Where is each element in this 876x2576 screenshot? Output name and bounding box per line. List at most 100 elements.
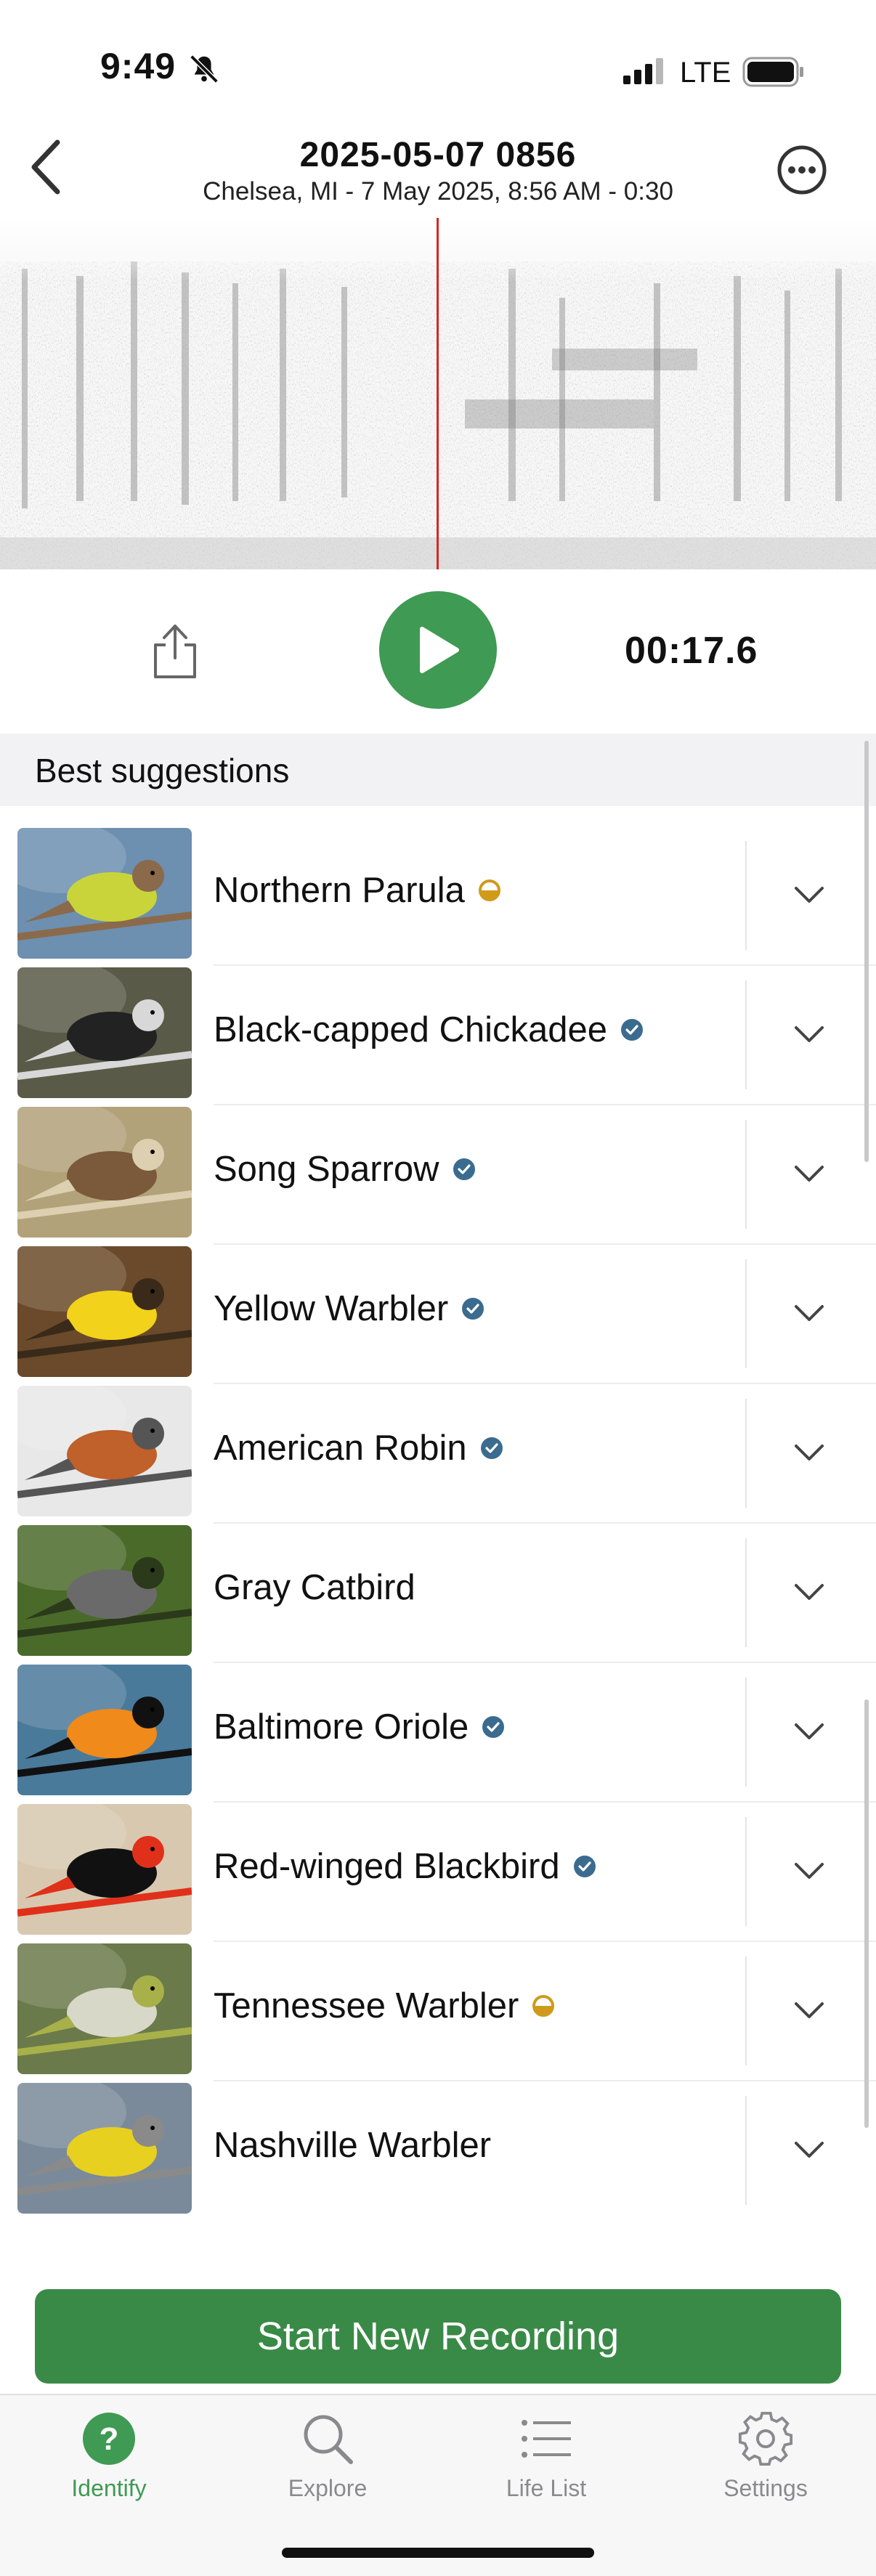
suggestion-row[interactable]: Gray Catbird <box>0 1503 876 1663</box>
species-name: Black-capped Chickadee <box>214 1009 644 1050</box>
row-divider <box>745 1120 747 1229</box>
half-circle-icon <box>478 879 500 901</box>
bell-muted-icon <box>190 54 219 84</box>
battery-icon <box>742 57 803 87</box>
species-name: Baltimore Oriole <box>214 1707 505 1747</box>
tab-life-list[interactable]: Life List <box>459 2410 633 2511</box>
chevron-down-icon[interactable] <box>790 1712 828 1750</box>
species-name-text: Red-winged Blackbird <box>214 1847 560 1886</box>
species-name-text: Tennessee Warbler <box>214 1986 519 2026</box>
verified-check-icon <box>482 1716 505 1738</box>
playhead[interactable] <box>437 218 439 569</box>
gear-icon <box>738 2411 793 2466</box>
species-name-text: American Robin <box>214 1429 467 1468</box>
chevron-down-icon[interactable] <box>790 1434 828 1471</box>
suggestion-row[interactable]: Northern Parula <box>0 806 876 966</box>
row-divider <box>745 1399 747 1508</box>
section-title: Best suggestions <box>35 752 290 789</box>
species-name-text: Black-capped Chickadee <box>214 1010 608 1049</box>
search-icon <box>304 2415 353 2464</box>
row-divider <box>745 1817 747 1926</box>
bird-photo <box>17 1804 192 1935</box>
more-options-button[interactable] <box>774 142 830 198</box>
chevron-down-icon[interactable] <box>790 2131 828 2169</box>
status-time: 9:49 <box>100 46 177 86</box>
recording-subtitle: Chelsea, MI - 7 May 2025, 8:56 AM - 0:30 <box>203 177 673 206</box>
bird-photo <box>17 1943 192 2074</box>
species-name-text: Nashville Warbler <box>214 2126 492 2165</box>
bird-photo <box>17 2083 192 2214</box>
question-circle-icon: ? <box>83 2413 135 2465</box>
play-icon <box>420 627 459 673</box>
share-button[interactable] <box>150 622 200 680</box>
verified-check-icon <box>462 1298 484 1320</box>
playback-timecode: 00:17.6 <box>625 630 758 672</box>
home-indicator <box>282 2548 594 2558</box>
tab-identify-label: Identify <box>71 2475 147 2501</box>
chevron-down-icon[interactable] <box>790 1155 828 1192</box>
chevron-down-icon[interactable] <box>790 1573 828 1611</box>
species-name: Song Sparrow <box>214 1149 476 1190</box>
species-name: Tennessee Warbler <box>214 1986 555 2026</box>
row-divider <box>745 841 747 950</box>
suggestion-row[interactable]: Yellow Warbler <box>0 1224 876 1384</box>
list-icon <box>522 2420 571 2458</box>
half-circle-icon <box>532 1995 555 2017</box>
chevron-down-icon[interactable] <box>790 1852 828 1890</box>
species-name: Yellow Warbler <box>214 1288 484 1329</box>
tab-settings-label: Settings <box>723 2475 808 2501</box>
row-divider <box>745 980 747 1089</box>
network-label: LTE <box>680 57 731 89</box>
signal-icon <box>623 58 663 84</box>
tab-settings[interactable]: Settings <box>678 2410 853 2511</box>
start-new-recording-button[interactable]: Start New Recording <box>35 2289 841 2384</box>
species-name-text: Yellow Warbler <box>214 1289 449 1328</box>
tab-explore-label: Explore <box>288 2475 368 2501</box>
verified-check-icon <box>573 1856 596 1877</box>
species-name: Nashville Warbler <box>214 2125 491 2166</box>
suggestion-row[interactable]: Nashville Warbler <box>0 2061 876 2214</box>
recording-title: 2025-05-07 0856 <box>299 136 577 174</box>
scrollbar-thumb[interactable] <box>864 741 869 1162</box>
chevron-down-icon[interactable] <box>790 876 828 914</box>
verified-check-icon <box>453 1158 475 1180</box>
row-divider <box>745 1259 747 1368</box>
species-name-text: Baltimore Oriole <box>214 1707 469 1747</box>
species-name: Red-winged Blackbird <box>214 1846 596 1887</box>
suggestion-row[interactable]: Tennessee Warbler <box>0 1922 876 2081</box>
row-divider <box>745 1957 747 2065</box>
bird-photo <box>17 967 192 1098</box>
bird-photo <box>17 1665 192 1795</box>
scrollbar-thumb-secondary[interactable] <box>864 1699 869 2128</box>
status-bar: 9:49 LTE <box>0 0 876 138</box>
verified-check-icon <box>621 1019 644 1041</box>
bird-photo <box>17 1525 192 1656</box>
species-name-text: Gray Catbird <box>214 1568 415 1607</box>
suggestion-row[interactable]: American Robin <box>0 1364 876 1524</box>
tab-identify[interactable]: ? Identify <box>22 2410 196 2511</box>
row-divider <box>745 1538 747 1647</box>
suggestion-row[interactable]: Black-capped Chickadee <box>0 946 876 1105</box>
suggestion-row[interactable]: Song Sparrow <box>0 1085 876 1245</box>
bird-photo <box>17 828 192 959</box>
species-name: Gray Catbird <box>214 1567 415 1608</box>
play-button[interactable] <box>379 591 497 709</box>
tab-explore[interactable]: Explore <box>240 2410 415 2511</box>
bird-photo <box>17 1246 192 1377</box>
suggestion-row[interactable]: Baltimore Oriole <box>0 1643 876 1803</box>
species-name-text: Song Sparrow <box>214 1150 439 1189</box>
tab-life-list-label: Life List <box>506 2475 587 2501</box>
bird-photo <box>17 1386 192 1516</box>
row-divider <box>745 1678 747 1787</box>
species-name-text: Northern Parula <box>214 871 465 910</box>
row-divider <box>745 2096 747 2205</box>
chevron-down-icon[interactable] <box>790 1991 828 2029</box>
species-name: Northern Parula <box>214 870 501 911</box>
svg-text:?: ? <box>100 2421 119 2457</box>
verified-check-icon <box>480 1437 503 1459</box>
chevron-down-icon[interactable] <box>790 1294 828 1332</box>
suggestion-row[interactable]: Red-winged Blackbird <box>0 1782 876 1942</box>
chevron-down-icon[interactable] <box>790 1015 828 1053</box>
species-name: American Robin <box>214 1428 503 1468</box>
bird-photo <box>17 1107 192 1238</box>
